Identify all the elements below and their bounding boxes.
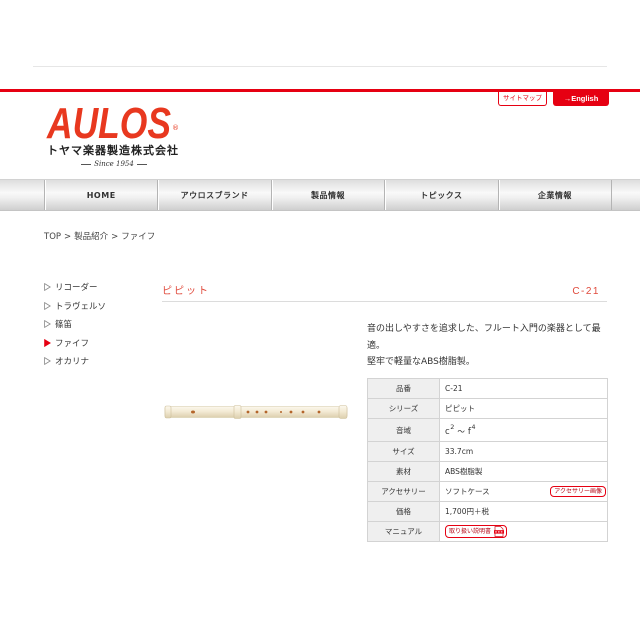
description-line: 堅牢で軽量なABS樹脂製。: [367, 357, 475, 367]
breadcrumb-separator: >: [64, 232, 72, 242]
breadcrumb-separator: >: [111, 232, 119, 242]
manual-download-button[interactable]: 取り扱い説明書: [445, 525, 508, 538]
since-text: Since 1954: [94, 160, 134, 168]
spec-label: サイズ: [367, 441, 440, 462]
range-value: c2 ～ f4: [445, 423, 475, 437]
registered-mark: ®: [172, 124, 179, 132]
accessory-cell: ソフトケース アクセサリー画像: [445, 486, 607, 497]
nav-company[interactable]: 企業情報: [497, 180, 613, 210]
product-header: ピピット C-21: [162, 283, 607, 302]
spec-table: 品番 C-21 シリーズ ピピット 音域 c2 ～ f4 サイズ 33.7cm 素材…: [367, 378, 608, 542]
sidebar-item-label: リコーダー: [55, 283, 98, 294]
spec-label: シリーズ: [367, 398, 440, 419]
spec-label: アクセサリー: [367, 481, 440, 502]
nav-products[interactable]: 製品情報: [270, 180, 384, 210]
sidebar-item-ocarina[interactable]: オカリナ: [44, 352, 154, 371]
spec-label: マニュアル: [367, 521, 440, 542]
fife-joint: [233, 405, 242, 419]
main-nav: HOME アウロスブランド 製品情報 トピックス 企業情報: [0, 179, 640, 211]
sidebar-item-shinobue[interactable]: 篠笛: [44, 315, 154, 334]
sidebar-item-label: オカリナ: [55, 357, 90, 368]
spec-label: 価格: [367, 501, 440, 522]
spec-row: シリーズ ピピット: [367, 398, 608, 419]
breadcrumb-current: ファイフ: [121, 232, 156, 242]
product-description: 音の出しやすさを追求した、フルート入門の楽器として最適。 堅牢で軽量なABS樹脂…: [367, 321, 608, 371]
fife-tone-hole: [301, 410, 305, 414]
sidebar-item-label: 篠笛: [55, 320, 73, 331]
range-high-octave: 4: [471, 423, 476, 431]
sidebar-item-label: トラヴェルソ: [55, 301, 107, 312]
manual-button-label: 取り扱い説明書: [449, 528, 492, 535]
spec-value: ソフトケース アクセサリー画像: [439, 481, 608, 502]
spec-value: 1,700円＋税: [439, 501, 608, 522]
sidebar-item-recorder[interactable]: リコーダー: [44, 278, 154, 297]
range-low-note: c: [445, 427, 450, 437]
spec-value: 33.7cm: [439, 441, 608, 462]
fife-image: [164, 405, 348, 419]
fife-head-cap: [164, 405, 172, 419]
nav-topics[interactable]: トピックス: [384, 180, 497, 210]
accessory-value: ソフトケース: [445, 487, 490, 496]
product-code: C-21: [572, 286, 600, 297]
breadcrumb: TOP > 製品紹介 > ファイフ: [44, 231, 155, 243]
spec-row: サイズ 33.7cm: [367, 441, 608, 462]
sidebar-item-traverso[interactable]: トラヴェルソ: [44, 297, 154, 316]
spec-label: 素材: [367, 461, 440, 482]
spec-value: ピピット: [439, 398, 608, 419]
spec-value: ABS樹脂製: [439, 461, 608, 482]
english-link[interactable]: →English: [553, 92, 609, 106]
logo-wordmark: AULOS: [46, 100, 171, 144]
fife-tone-hole: [317, 410, 321, 414]
triangle-icon: [44, 301, 51, 310]
sitemap-link[interactable]: サイトマップ: [498, 92, 547, 106]
since-rule-left: [81, 163, 92, 165]
fife-tone-hole: [255, 410, 259, 414]
spec-row: 価格 1,700円＋税: [367, 501, 608, 522]
spec-row: 素材 ABS樹脂製: [367, 461, 608, 482]
product-name: ピピット: [162, 286, 210, 297]
range-separator: ～: [457, 427, 465, 436]
main-nav-items: HOME アウロスブランド 製品情報 トピックス 企業情報: [44, 180, 613, 210]
triangle-icon: [44, 283, 51, 292]
since-rule-right: [136, 163, 147, 165]
aulos-logo[interactable]: AULOS ®: [45, 100, 187, 144]
spec-value: c2 ～ f4: [439, 418, 608, 442]
triangle-icon: [44, 320, 51, 329]
range-low-octave: 2: [450, 423, 455, 431]
triangle-icon: [44, 338, 51, 347]
fife-tone-hole: [246, 410, 250, 414]
fife-embouchure-hole: [191, 410, 195, 414]
since-tagline: Since 1954: [74, 159, 154, 169]
fife-tone-hole: [280, 411, 282, 413]
spec-row: マニュアル 取り扱い説明書: [367, 521, 608, 542]
top-divider: [33, 66, 607, 67]
spec-row: 音域 c2 ～ f4: [367, 418, 608, 442]
nav-aulos-brand[interactable]: アウロスブランド: [157, 180, 270, 210]
pdf-icon: [494, 526, 505, 537]
product-category-sidebar: リコーダー トラヴェルソ 篠笛 ファイフ オカリナ: [44, 278, 154, 371]
spec-value: 取り扱い説明書: [439, 521, 608, 542]
fife-tone-hole: [264, 410, 268, 414]
description-line: 音の出しやすさを追求した、フルート入門の楽器として最適。: [367, 324, 601, 351]
fife-foot-ring: [338, 405, 348, 419]
breadcrumb-link-products[interactable]: 製品紹介: [74, 232, 108, 242]
spec-label: 音域: [367, 418, 440, 442]
triangle-icon: [44, 357, 51, 366]
sidebar-item-label: ファイフ: [55, 338, 90, 349]
sidebar-item-fife[interactable]: ファイフ: [44, 334, 154, 353]
nav-home[interactable]: HOME: [44, 180, 157, 210]
spec-label: 品番: [367, 378, 440, 399]
accessory-image-button[interactable]: アクセサリー画像: [550, 486, 606, 497]
breadcrumb-link-top[interactable]: TOP: [44, 232, 61, 242]
spec-row: アクセサリー ソフトケース アクセサリー画像: [367, 481, 608, 502]
spec-value: C-21: [439, 378, 608, 399]
spec-row: 品番 C-21: [367, 378, 608, 399]
fife-tone-hole: [289, 410, 293, 414]
company-name: トヤマ楽器製造株式会社: [47, 144, 179, 157]
